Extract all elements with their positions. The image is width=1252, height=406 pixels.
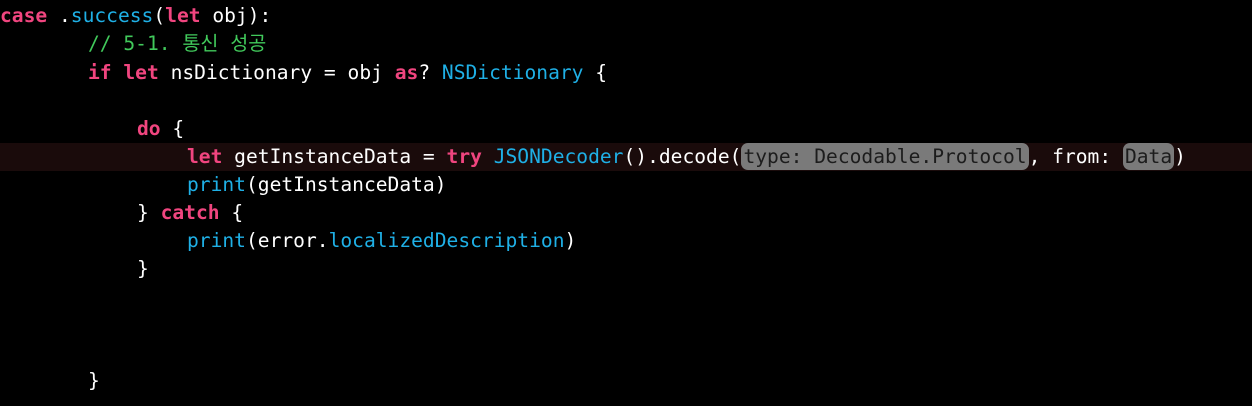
property-name: localizedDescription (328, 229, 565, 252)
function-name: print (187, 229, 246, 252)
placeholder-type-token[interactable]: type: Decodable.Protocol (741, 143, 1029, 170)
code-line-10[interactable]: } (0, 255, 1252, 283)
code-text: obj): (200, 4, 272, 27)
keyword: try (446, 145, 482, 168)
code-line-6-current[interactable]: let getInstanceData = try JSONDecoder().… (0, 143, 1252, 171)
code-text: } (137, 201, 161, 224)
code-line-8[interactable]: } catch { (0, 199, 1252, 227)
code-line-2[interactable]: // 5-1. 통신 성공 (0, 30, 1252, 58)
enum-case: success (70, 4, 154, 27)
code-text: ) (1174, 145, 1186, 168)
code-text: ) (564, 229, 577, 252)
code-text: (error. (245, 229, 329, 252)
keyword: as (394, 61, 419, 84)
keyword: if (88, 61, 112, 84)
code-line-9[interactable]: print(error.localizedDescription) (0, 227, 1252, 255)
code-text: nsDictionary = obj (158, 61, 395, 84)
code-text: (getInstanceData) (245, 173, 447, 196)
keyword: do (137, 117, 161, 140)
code-text: ( (153, 4, 166, 27)
code-line-3[interactable]: if let nsDictionary = obj as? NSDictiona… (0, 59, 1252, 87)
keyword: catch (160, 201, 220, 224)
code-line-7[interactable]: print(getInstanceData) (0, 171, 1252, 199)
code-text: ? (418, 61, 442, 84)
type-name: NSDictionary (441, 61, 584, 84)
code-text: } (137, 257, 149, 280)
code-text: } (88, 369, 100, 392)
code-text: , from: (1028, 145, 1123, 168)
code-text: . (47, 4, 71, 27)
comment: // 5-1. 통신 성공 (88, 32, 267, 55)
code-line-5[interactable]: do { (0, 115, 1252, 143)
type-name: JSONDecoder (493, 145, 624, 168)
code-line-14[interactable]: } (0, 367, 1252, 395)
keyword: let (123, 61, 159, 84)
keyword: case (0, 4, 48, 27)
placeholder-from-token[interactable]: Data (1122, 143, 1175, 170)
function-name: print (187, 173, 246, 196)
code-text: ().decode( (623, 145, 742, 168)
code-editor[interactable]: { "colors": { "background": "#000000", "… (0, 0, 1252, 406)
code-text: { (583, 61, 608, 84)
keyword: let (187, 145, 223, 168)
code-text: { (160, 117, 185, 140)
keyword: let (165, 4, 201, 27)
code-text: getInstanceData = (222, 145, 447, 168)
code-line-1[interactable]: case .success(let obj): (0, 2, 1252, 30)
code-text: { (219, 201, 244, 224)
